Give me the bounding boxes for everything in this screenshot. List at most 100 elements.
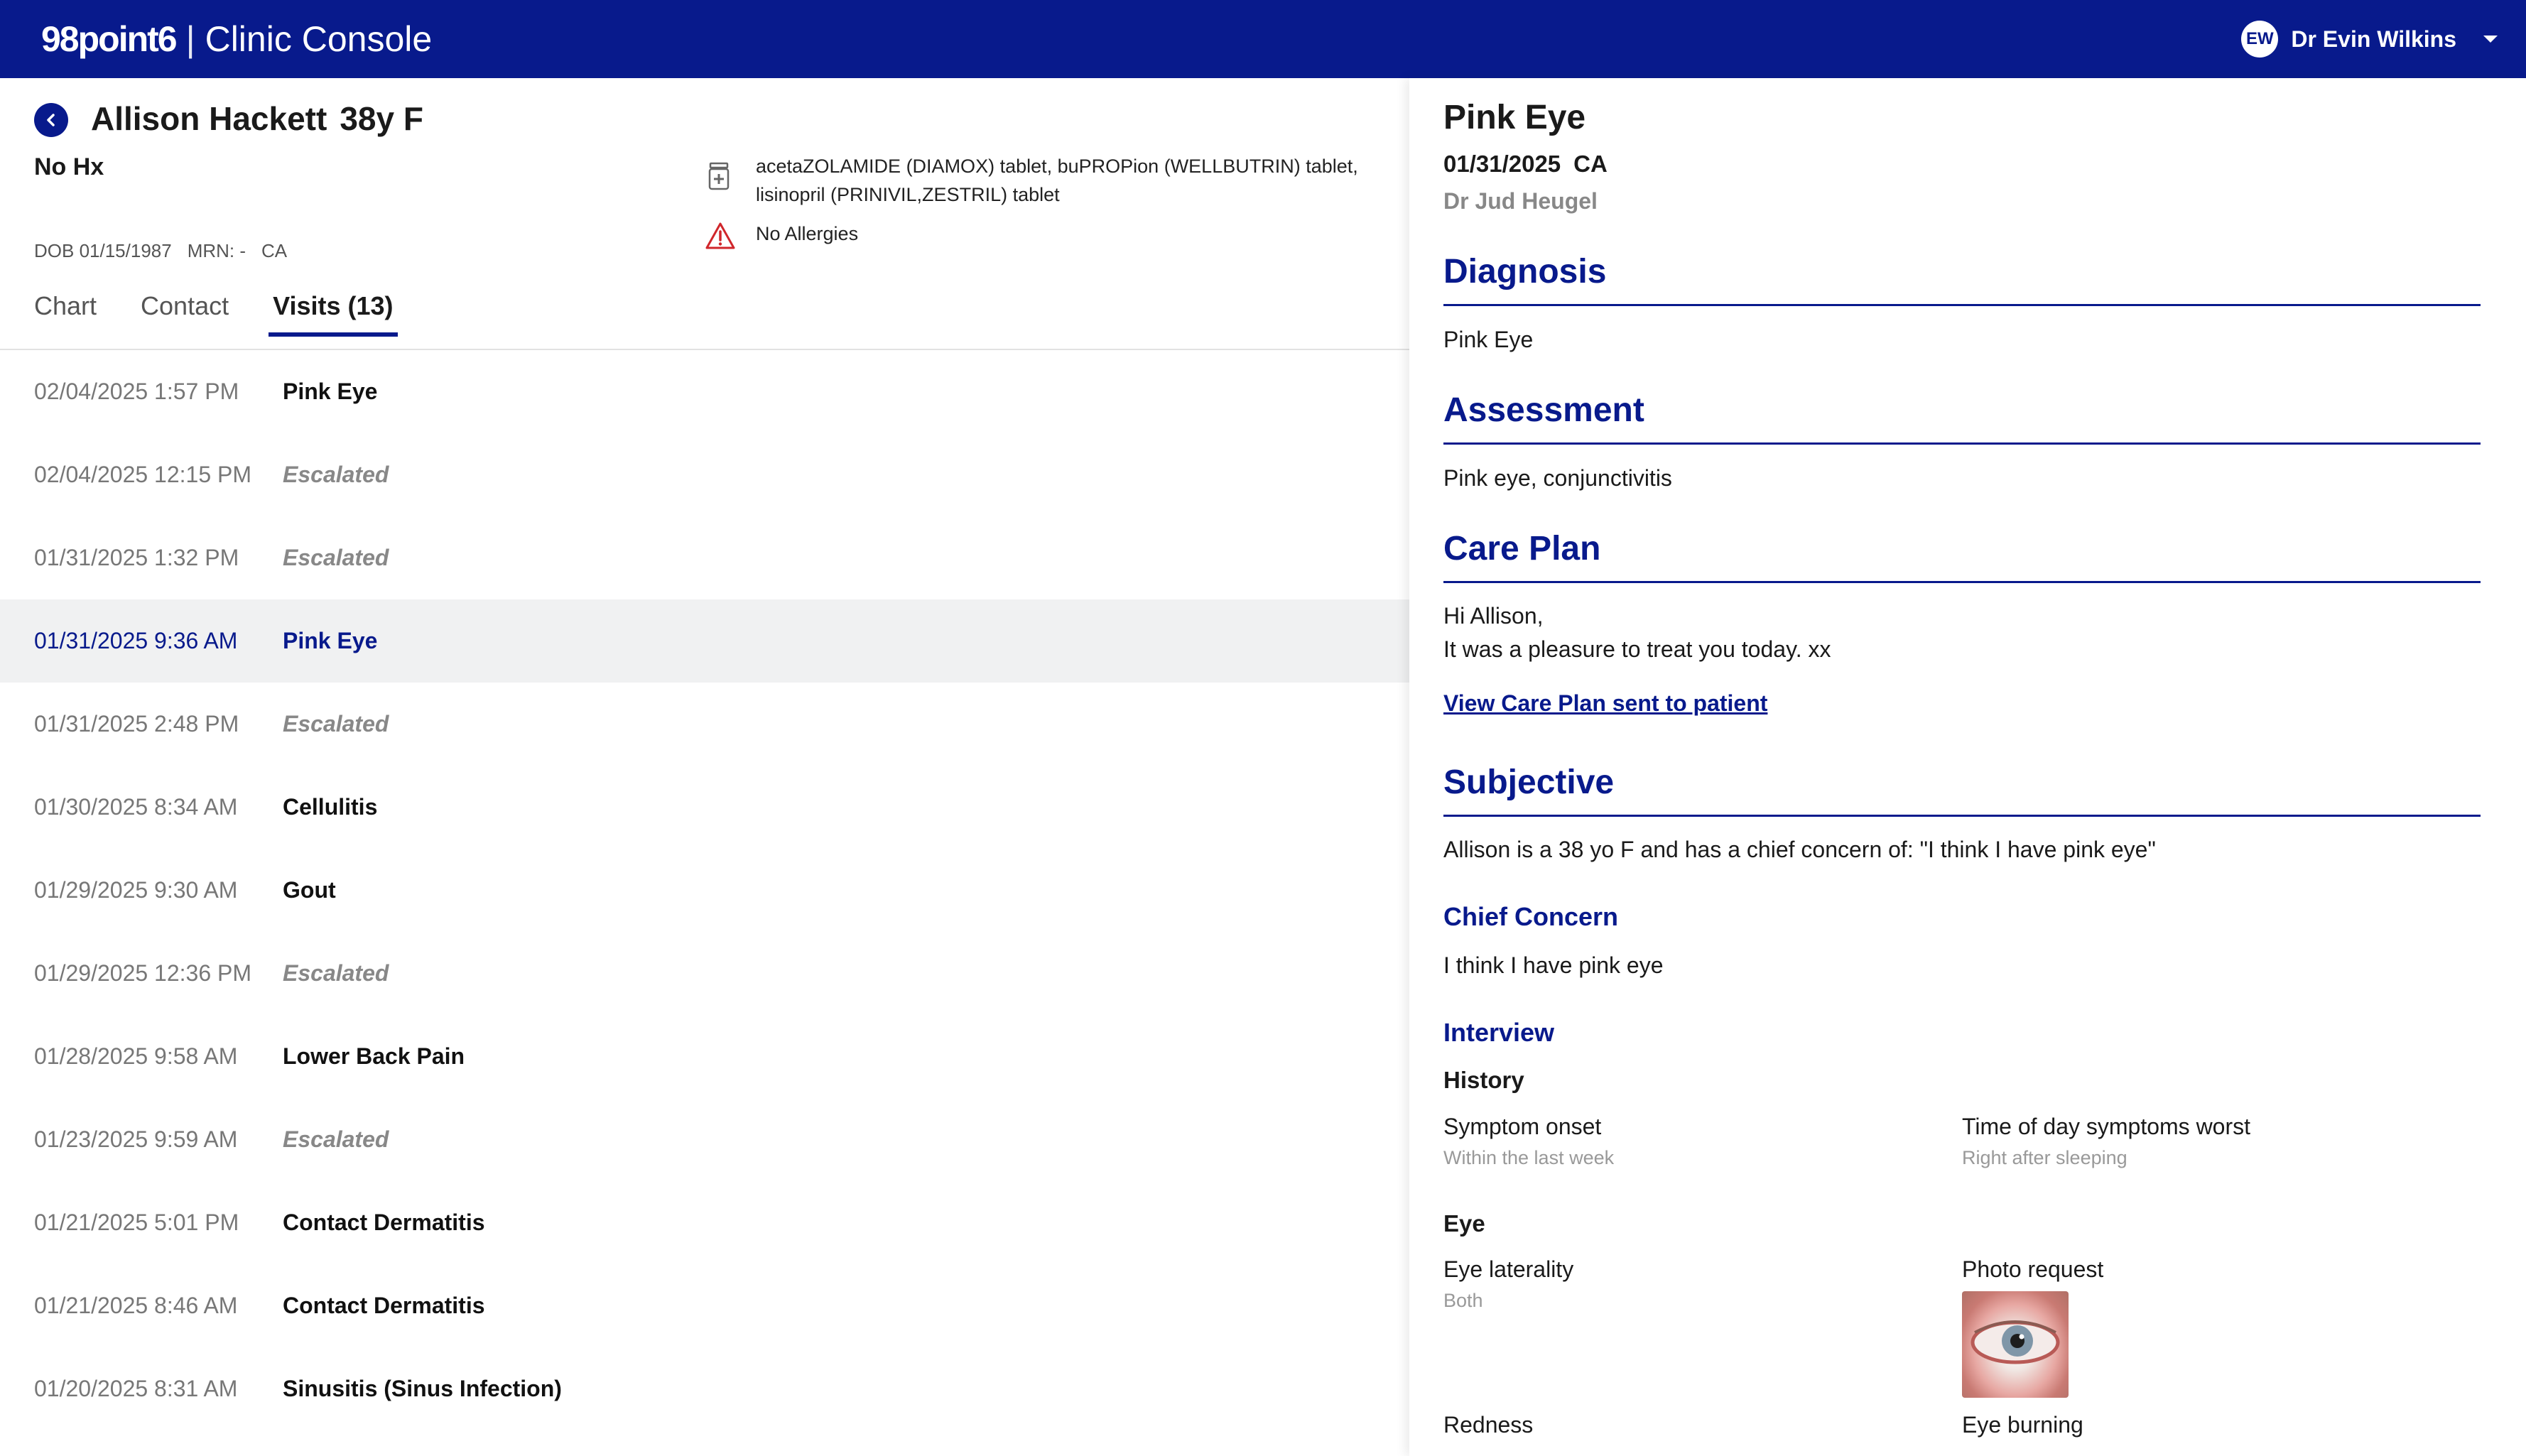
eye-heading: Eye xyxy=(1443,1210,1485,1237)
allergies-text: No Allergies xyxy=(756,223,859,244)
tab-chart[interactable]: Chart xyxy=(34,291,97,334)
visit-row[interactable]: 02/04/2025 12:15 PM Escalated xyxy=(0,433,1409,516)
visit-title: Lower Back Pain xyxy=(283,1043,465,1069)
eye-laterality-label: Eye laterality xyxy=(1443,1256,1574,1282)
visit-date: 01/29/2025 12:36 PM xyxy=(34,960,252,986)
assessment-heading: Assessment xyxy=(1443,391,1644,429)
visit-date: 01/31/2025 9:36 AM xyxy=(34,628,238,653)
eye-photo-thumbnail[interactable] xyxy=(1962,1291,2069,1398)
visit-date: 01/30/2025 8:34 AM xyxy=(34,794,238,820)
warning-triangle-icon xyxy=(705,222,735,249)
visit-title: Cellulitis xyxy=(283,794,378,820)
user-name: Dr Evin Wilkins xyxy=(2291,26,2456,52)
visit-row[interactable]: 02/04/2025 1:57 PM Pink Eye xyxy=(0,350,1409,433)
section-divider xyxy=(1443,581,2481,583)
visit-title: Pink Eye xyxy=(283,379,378,404)
tab-visits[interactable]: Visits (13) xyxy=(269,291,398,337)
visit-detail-panel: Pink Eye 01/31/2025 CA Dr Jud Heugel Diag… xyxy=(1409,78,2526,1456)
history-heading: History xyxy=(1443,1067,1524,1093)
redness-label: Redness xyxy=(1443,1412,1534,1438)
visit-date: 02/04/2025 1:57 PM xyxy=(34,379,239,404)
app-title: Clinic Console xyxy=(205,19,433,59)
avatar: EW xyxy=(2241,21,2279,58)
symptom-onset-value: Within the last week xyxy=(1443,1147,1615,1168)
chief-concern-heading: Chief Concern xyxy=(1443,902,1619,931)
patient-state: CA xyxy=(261,240,288,261)
eye-photo xyxy=(1971,1320,2060,1364)
visit-title: Contact Dermatitis xyxy=(283,1293,485,1318)
visit-row[interactable]: 01/28/2025 9:58 AM Lower Back Pain xyxy=(0,1015,1409,1098)
visit-detail-title: Pink Eye xyxy=(1443,99,1586,136)
visit-date: 01/31/2025 2:48 PM xyxy=(34,711,239,737)
patient-demographics: DOB 01/15/1987 MRN: - CA xyxy=(34,240,303,262)
logo: 98point6 xyxy=(41,19,178,59)
patient-full-name: Allison Hackett xyxy=(91,100,327,137)
visit-row[interactable]: 01/30/2025 8:34 AM Cellulitis xyxy=(0,766,1409,849)
visit-row[interactable]: 01/29/2025 12:36 PM Escalated xyxy=(0,932,1409,1015)
medications-list: acetaZOLAMIDE (DIAMOX) tablet, buPROPion… xyxy=(756,156,1358,205)
visit-detail-doctor: Dr Jud Heugel xyxy=(1443,188,1598,214)
assessment-text: Pink eye, conjunctivitis xyxy=(1443,465,1672,491)
interview-heading: Interview xyxy=(1443,1018,1555,1047)
visit-date: 01/31/2025 1:32 PM xyxy=(34,545,239,570)
visit-row[interactable]: 01/31/2025 2:48 PM Escalated xyxy=(0,683,1409,766)
brand: 98point6 | Clinic Console xyxy=(41,0,432,78)
subjective-text: Allison is a 38 yo F and has a chief con… xyxy=(1443,837,2156,862)
time-of-day-label: Time of day symptoms worst xyxy=(1962,1114,2251,1139)
patient-mrn: MRN: - xyxy=(187,240,246,261)
caret-down-icon[interactable] xyxy=(2483,36,2498,43)
visit-row[interactable]: 01/21/2025 8:46 AM Contact Dermatitis xyxy=(0,1264,1409,1347)
visit-title: Escalated xyxy=(283,1126,389,1152)
brand-separator: | xyxy=(185,19,195,59)
patient-panel: Allison Hackett 38y F No Hx DOB 01/15/198… xyxy=(0,78,1409,1456)
visit-detail-meta: 01/31/2025 CA xyxy=(1443,151,1620,178)
patient-tabs: Chart Contact Visits (13) xyxy=(34,291,398,337)
visit-date: 02/04/2025 12:15 PM xyxy=(34,462,252,487)
visit-row-selected[interactable]: 01/31/2025 9:36 AM Pink Eye xyxy=(0,599,1409,683)
visit-title: Contact Dermatitis xyxy=(283,1210,485,1235)
chevron-left-icon xyxy=(47,114,55,126)
care-plan-heading: Care Plan xyxy=(1443,530,1601,567)
diagnosis-heading: Diagnosis xyxy=(1443,253,1607,290)
section-divider xyxy=(1443,442,2481,445)
visit-title: Gout xyxy=(283,877,336,903)
care-plan-message: It was a pleasure to treat you today. xx xyxy=(1443,636,1831,662)
back-button[interactable] xyxy=(34,103,68,137)
pill-bottle-icon xyxy=(708,162,730,190)
patient-age-sex: 38y F xyxy=(340,100,423,137)
visit-row[interactable]: 01/21/2025 5:01 PM Contact Dermatitis xyxy=(0,1181,1409,1264)
symptom-onset-label: Symptom onset xyxy=(1443,1114,1602,1139)
visit-date: 01/20/2025 8:31 AM xyxy=(34,1376,238,1401)
visit-row[interactable]: 01/31/2025 1:32 PM Escalated xyxy=(0,516,1409,599)
visits-list: 02/04/2025 1:57 PM Pink Eye 02/04/2025 1… xyxy=(0,350,1409,1430)
top-bar: 98point6 | Clinic Console EW Dr Evin Wil… xyxy=(0,0,2526,78)
eye-laterality-value: Both xyxy=(1443,1290,1483,1311)
eye-burning-label: Eye burning xyxy=(1962,1412,2083,1438)
visit-date: 01/21/2025 5:01 PM xyxy=(34,1210,239,1235)
patient-dob: DOB 01/15/1987 xyxy=(34,240,172,261)
time-of-day-value: Right after sleeping xyxy=(1962,1147,2127,1168)
visit-detail-state: CA xyxy=(1573,151,1608,177)
visit-title: Escalated xyxy=(283,960,389,986)
user-menu[interactable]: EW Dr Evin Wilkins xyxy=(2241,0,2498,78)
visit-date: 01/28/2025 9:58 AM xyxy=(34,1043,238,1069)
section-divider xyxy=(1443,815,2481,817)
visit-title: Pink Eye xyxy=(283,628,378,653)
visit-row[interactable]: 01/23/2025 9:59 AM Escalated xyxy=(0,1098,1409,1181)
view-care-plan-link[interactable]: View Care Plan sent to patient xyxy=(1443,690,1767,717)
subjective-heading: Subjective xyxy=(1443,764,1615,801)
visit-title: Escalated xyxy=(283,711,389,737)
visit-row[interactable]: 01/29/2025 9:30 AM Gout xyxy=(0,849,1409,932)
visit-title: Sinusitis (Sinus Infection) xyxy=(283,1376,562,1401)
diagnosis-text: Pink Eye xyxy=(1443,327,1534,352)
visit-date: 01/29/2025 9:30 AM xyxy=(34,877,238,903)
visit-detail-date: 01/31/2025 xyxy=(1443,151,1561,177)
tab-contact[interactable]: Contact xyxy=(141,291,229,334)
photo-request-label: Photo request xyxy=(1962,1256,2104,1282)
visit-row[interactable]: 01/20/2025 8:31 AM Sinusitis (Sinus Infe… xyxy=(0,1347,1409,1430)
visit-title: Escalated xyxy=(283,545,389,570)
visit-date: 01/23/2025 9:59 AM xyxy=(34,1126,238,1152)
visit-title: Escalated xyxy=(283,462,389,487)
chief-concern-text: I think I have pink eye xyxy=(1443,952,1664,978)
care-plan-greeting: Hi Allison, xyxy=(1443,603,1544,629)
